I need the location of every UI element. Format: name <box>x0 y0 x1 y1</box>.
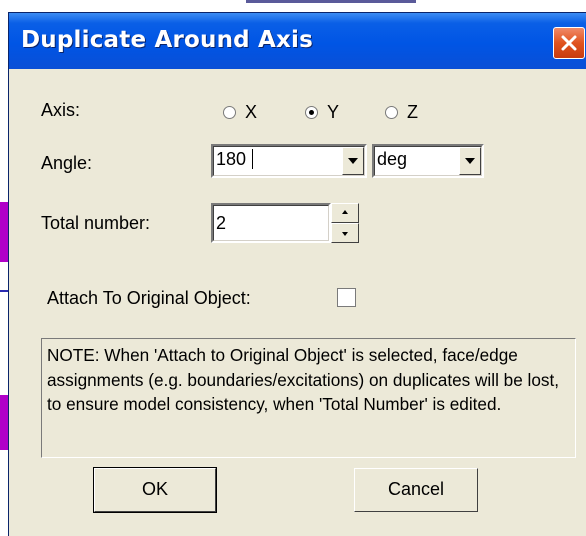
spinner-down-button[interactable] <box>331 223 359 243</box>
cancel-button[interactable]: Cancel <box>354 468 478 512</box>
background-window-edge <box>246 0 416 3</box>
axis-radio-x-label: X <box>245 102 258 122</box>
note-text: NOTE: When 'Attach to Original Object' i… <box>41 338 576 458</box>
close-icon <box>561 35 577 51</box>
total-number-label: Total number: <box>41 213 151 233</box>
total-number-value: 2 <box>216 213 227 233</box>
axis-radio-y-label: Y <box>327 102 340 122</box>
angle-unit-value: deg <box>377 149 408 169</box>
angle-value: 180 <box>216 149 247 169</box>
duplicate-around-axis-dialog: Duplicate Around Axis Axis: X Y Z Angle:… <box>8 12 586 536</box>
chevron-down-icon <box>465 158 475 164</box>
title-bar[interactable]: Duplicate Around Axis <box>9 13 586 69</box>
axis-radio-z-label: Z <box>407 102 418 122</box>
spinner-up-button[interactable] <box>331 203 359 223</box>
radio-circle-x <box>223 106 236 119</box>
axis-radio-x[interactable]: X <box>223 102 257 123</box>
background-shape <box>0 290 8 292</box>
radio-circle-z <box>385 106 398 119</box>
axis-radio-z[interactable]: Z <box>385 102 418 123</box>
axis-radio-y[interactable]: Y <box>305 102 339 123</box>
angle-label: Angle: <box>41 153 93 173</box>
total-number-input[interactable]: 2 <box>211 203 331 243</box>
arrow-up-icon <box>342 210 348 214</box>
text-caret <box>252 149 253 169</box>
close-button[interactable] <box>553 27 585 59</box>
axis-label: Axis: <box>41 100 81 120</box>
attach-checkbox[interactable] <box>337 288 356 307</box>
attach-label: Attach To Original Object: <box>47 288 251 308</box>
angle-dropdown-button[interactable] <box>342 147 364 175</box>
unit-dropdown-button[interactable] <box>459 147 481 175</box>
chevron-down-icon <box>348 158 358 164</box>
arrow-down-icon <box>342 232 348 236</box>
angle-input[interactable]: 180 <box>211 144 367 178</box>
radio-circle-y <box>305 106 318 119</box>
background-shape <box>0 202 8 262</box>
ok-button[interactable]: OK <box>93 467 217 513</box>
cancel-button-label: Cancel <box>387 479 445 499</box>
ok-button-label: OK <box>141 479 168 499</box>
background-shape <box>0 395 8 450</box>
angle-unit-select[interactable]: deg <box>372 144 484 178</box>
total-number-spinner <box>331 203 359 243</box>
dialog-title: Duplicate Around Axis <box>21 27 314 53</box>
